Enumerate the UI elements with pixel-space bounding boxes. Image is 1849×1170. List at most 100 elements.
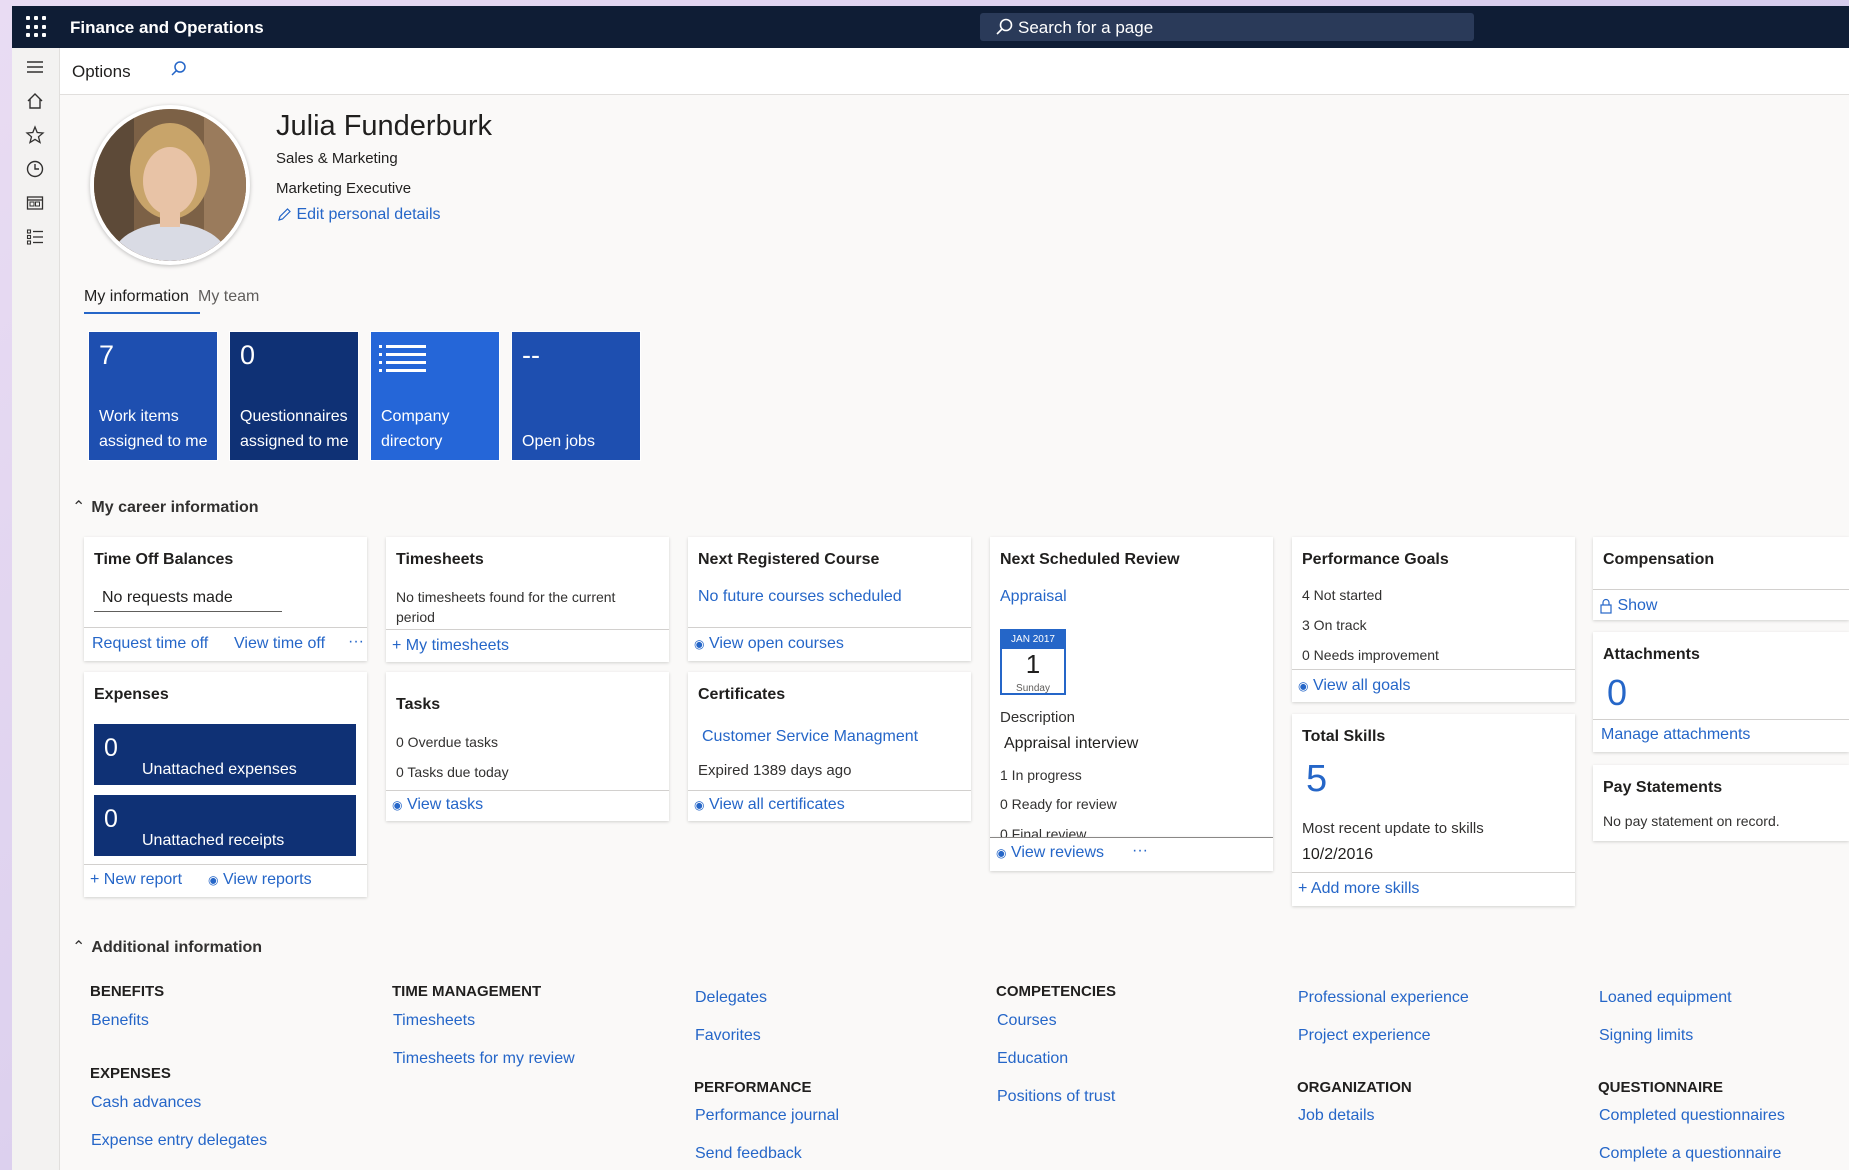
view-reviews-link[interactable]: ◉ View reviews xyxy=(996,844,1104,862)
more-options-button[interactable]: ··· xyxy=(348,633,364,651)
modules-list-icon[interactable] xyxy=(24,226,46,248)
edit-personal-details-link[interactable]: Edit personal details xyxy=(276,206,441,224)
show-compensation-link[interactable]: Show xyxy=(1599,597,1657,615)
action-pane: Options xyxy=(60,48,1849,95)
tab-my-team[interactable]: My team xyxy=(198,288,259,306)
eye-icon: ◉ xyxy=(208,873,219,887)
app-window: Finance and Operations Search for a page… xyxy=(12,6,1849,1170)
timesheets-link[interactable]: Timesheets xyxy=(393,1012,475,1030)
benefits-heading: BENEFITS xyxy=(90,983,165,1000)
tile-count: -- xyxy=(522,340,540,370)
card-divider xyxy=(688,627,971,628)
top-bar: Finance and Operations Search for a page xyxy=(12,6,1849,48)
tile-open-jobs[interactable]: -- Open jobs xyxy=(511,331,641,461)
tile-count: 0 xyxy=(240,340,256,370)
benefits-link[interactable]: Benefits xyxy=(91,1012,149,1030)
job-details-link[interactable]: Job details xyxy=(1298,1107,1375,1125)
eye-icon: ◉ xyxy=(694,637,705,651)
more-options-button[interactable]: ··· xyxy=(1132,842,1148,860)
edit-personal-details-label: Edit personal details xyxy=(296,206,441,223)
tile-label: Company directory xyxy=(381,408,450,450)
attachments-count: 0 xyxy=(1607,672,1628,713)
attachments-card: Attachments 0 Manage attachments xyxy=(1593,632,1849,752)
search-box[interactable]: Search for a page xyxy=(980,13,1474,41)
calendar-month: JAN 2017 xyxy=(1002,631,1064,649)
reviews-in-progress: 1 In progress xyxy=(1000,767,1082,783)
future-courses-status[interactable]: No future courses scheduled xyxy=(698,588,902,606)
my-timesheets-link[interactable]: + My timesheets xyxy=(392,637,509,655)
view-reports-link[interactable]: ◉ View reports xyxy=(208,871,312,889)
search-icon[interactable] xyxy=(168,59,188,79)
certificates-card: Certificates Customer Service Managment … xyxy=(688,672,971,821)
project-experience-link[interactable]: Project experience xyxy=(1298,1027,1431,1045)
courses-link[interactable]: Courses xyxy=(997,1012,1057,1030)
lock-icon xyxy=(1600,598,1612,614)
hamburger-menu-icon[interactable] xyxy=(24,56,46,78)
card-divider xyxy=(84,864,367,865)
loaned-equipment-link[interactable]: Loaned equipment xyxy=(1599,989,1732,1007)
description-value: Appraisal interview xyxy=(1004,735,1139,752)
unattached-expenses-button[interactable]: 0 Unattached expenses xyxy=(94,724,356,785)
view-open-courses-link[interactable]: ◉ View open courses xyxy=(694,635,844,653)
tasks-due-today: 0 Tasks due today xyxy=(396,764,509,780)
career-section-title: My career information xyxy=(91,499,259,516)
card-divider xyxy=(386,629,669,630)
delegates-link[interactable]: Delegates xyxy=(695,989,767,1007)
professional-experience-link[interactable]: Professional experience xyxy=(1298,989,1469,1007)
tile-work-items[interactable]: 7 Work items assigned to me xyxy=(88,331,218,461)
card-divider xyxy=(1593,589,1849,590)
complete-a-questionnaire-link[interactable]: Complete a questionnaire xyxy=(1599,1145,1781,1163)
clock-icon[interactable] xyxy=(24,158,46,180)
time-off-card: Time Off Balances No requests made Reque… xyxy=(84,537,367,661)
eye-icon: ◉ xyxy=(1298,679,1309,693)
new-report-link[interactable]: + New report xyxy=(90,871,182,889)
time-off-status: No requests made xyxy=(94,589,282,612)
app-launcher-icon[interactable] xyxy=(26,16,48,38)
additional-section-header[interactable]: ⌃ Additional information xyxy=(72,937,262,957)
view-all-goals-link[interactable]: ◉ View all goals xyxy=(1298,677,1410,695)
career-section-header[interactable]: ⌃ My career information xyxy=(72,497,259,517)
questionnaire-heading: QUESTIONNAIRE xyxy=(1598,1079,1724,1096)
completed-questionnaires-link[interactable]: Completed questionnaires xyxy=(1599,1107,1785,1125)
tile-questionnaires[interactable]: 0 Questionnaires assigned to me xyxy=(229,331,359,461)
performance-journal-link[interactable]: Performance journal xyxy=(695,1107,839,1125)
profile-title: Marketing Executive xyxy=(276,180,412,197)
unattached-receipts-button[interactable]: 0 Unattached receipts xyxy=(94,795,356,856)
card-title: Performance Goals xyxy=(1302,551,1449,568)
positions-of-trust-link[interactable]: Positions of trust xyxy=(997,1088,1115,1106)
request-time-off-link[interactable]: Request time off xyxy=(92,635,208,653)
manage-attachments-link[interactable]: Manage attachments xyxy=(1601,726,1750,744)
card-title: Total Skills xyxy=(1302,728,1386,745)
calendar-icon: JAN 2017 1 Sunday xyxy=(1000,629,1066,695)
add-more-skills-link[interactable]: + Add more skills xyxy=(1298,880,1419,898)
tab-my-information[interactable]: My information xyxy=(84,288,189,306)
view-time-off-link[interactable]: View time off xyxy=(234,635,325,653)
add-more-skills-label: Add more skills xyxy=(1310,880,1420,897)
education-link[interactable]: Education xyxy=(997,1050,1068,1068)
view-all-certificates-link[interactable]: ◉ View all certificates xyxy=(694,796,845,814)
pay-statements-status: No pay statement on record. xyxy=(1603,813,1780,829)
calendar-weekday: Sunday xyxy=(1016,683,1050,694)
cash-advances-link[interactable]: Cash advances xyxy=(91,1094,201,1112)
certificate-name-link[interactable]: Customer Service Managment xyxy=(702,728,918,746)
signing-limits-link[interactable]: Signing limits xyxy=(1599,1027,1693,1045)
appraisal-link[interactable]: Appraisal xyxy=(1000,588,1067,606)
send-feedback-link[interactable]: Send feedback xyxy=(695,1145,802,1163)
star-icon[interactable] xyxy=(24,124,46,146)
pencil-icon xyxy=(278,207,291,221)
options-button[interactable]: Options xyxy=(72,62,131,82)
skills-recent-label: Most recent update to skills xyxy=(1302,820,1484,837)
view-all-goals-label: View all goals xyxy=(1312,677,1411,694)
timesheets-for-my-review-link[interactable]: Timesheets for my review xyxy=(393,1050,575,1068)
profile-avatar xyxy=(90,105,250,265)
chevron-up-icon: ⌃ xyxy=(72,939,86,956)
goals-needs-improvement: 0 Needs improvement xyxy=(1302,647,1439,663)
home-icon[interactable] xyxy=(24,90,46,112)
view-tasks-link[interactable]: ◉ View tasks xyxy=(392,796,483,814)
card-title: Timesheets xyxy=(396,551,484,568)
expense-entry-delegates-link[interactable]: Expense entry delegates xyxy=(91,1132,267,1150)
favorites-link[interactable]: Favorites xyxy=(695,1027,761,1045)
tile-company-directory[interactable]: Company directory xyxy=(370,331,500,461)
card-divider xyxy=(1292,872,1575,873)
workspace-icon[interactable] xyxy=(24,192,46,214)
